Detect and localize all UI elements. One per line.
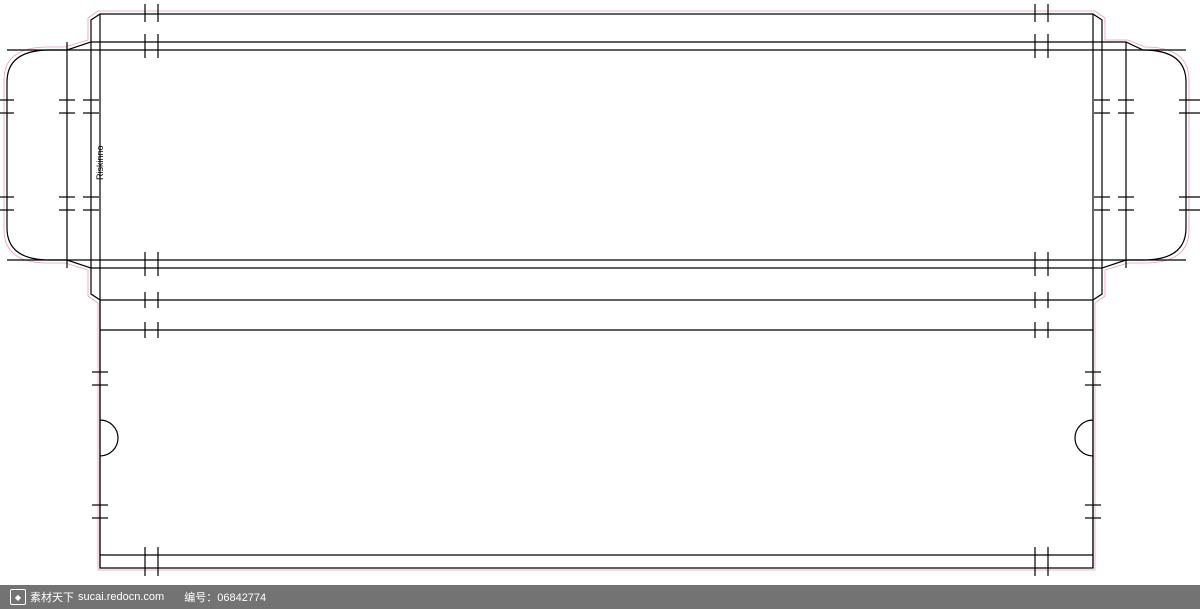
footer-site-label: 素材天下 <box>30 589 74 605</box>
footer-id-value: 06842774 <box>217 592 266 604</box>
watermark-footer: ◆ 素材天下 sucai.redocn.com 编号：06842774 <box>0 585 1200 609</box>
brand-label: Riskinno <box>95 145 105 180</box>
footer-id-label: 编号： <box>184 592 217 604</box>
dieline-svg <box>0 0 1200 585</box>
footer-logo: ◆ 素材天下 sucai.redocn.com <box>10 589 164 605</box>
footer-id: 编号：06842774 <box>184 589 266 605</box>
dieline-drawing <box>0 0 1200 609</box>
footer-site-url: sucai.redocn.com <box>78 591 164 603</box>
thumb-notch-right <box>1075 420 1093 456</box>
footer-logo-icon: ◆ <box>10 589 26 605</box>
bleed-outline <box>4 11 1189 570</box>
registration-ticks <box>0 4 1200 576</box>
thumb-notch-left <box>100 420 118 456</box>
cut-outline <box>7 14 1186 568</box>
